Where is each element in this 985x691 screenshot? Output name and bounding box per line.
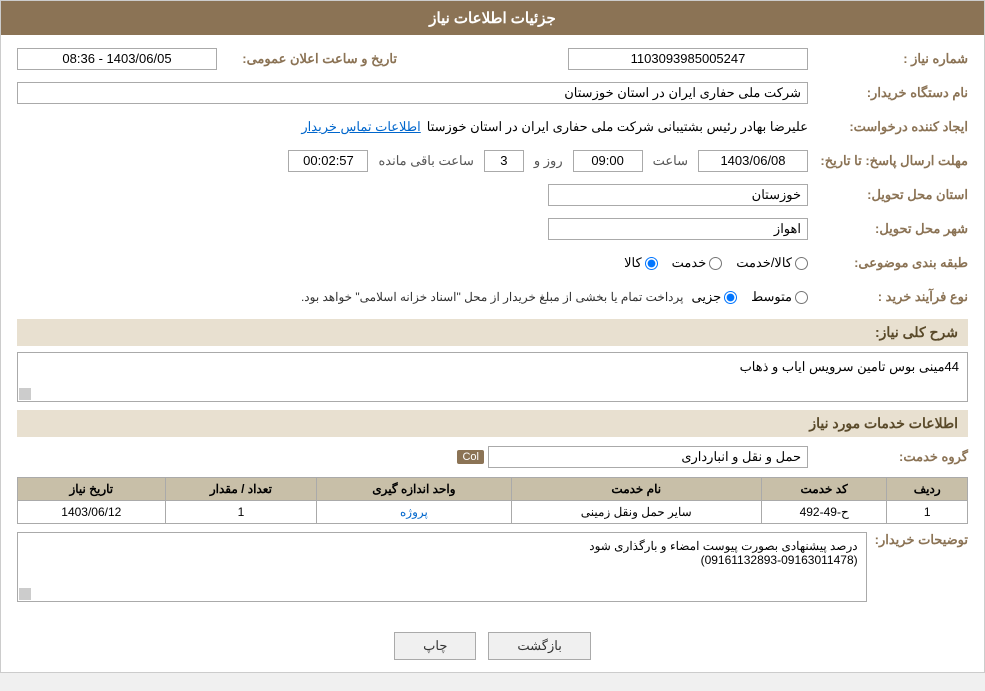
contact-link[interactable]: اطلاعات تماس خریدار bbox=[301, 119, 420, 135]
cell-date-1: 1403/06/12 bbox=[18, 501, 166, 524]
category-radio-kala-khedmat[interactable] bbox=[795, 257, 808, 270]
category-label-kala-khedmat: کالا/خدمت bbox=[736, 255, 792, 271]
deadline-remaining-label: ساعت باقی مانده bbox=[378, 153, 473, 169]
category-option-3[interactable]: کالا bbox=[624, 255, 658, 271]
category-radio-kala[interactable] bbox=[645, 257, 658, 270]
buyer-org-value: شرکت ملی حفاری ایران در استان خوزستان bbox=[17, 82, 808, 104]
purchase-type-option-jozyi[interactable]: جزیی bbox=[691, 289, 737, 305]
service-group-value: حمل و نقل و انبارداری bbox=[488, 446, 808, 468]
category-label-khedmat: خدمت bbox=[672, 255, 707, 271]
deadline-label: مهلت ارسال پاسخ: تا تاریخ: bbox=[808, 153, 968, 169]
purchase-type-radio-jozyi[interactable] bbox=[724, 291, 737, 304]
col-tag: Col bbox=[457, 450, 484, 464]
table-header-code: کد خدمت bbox=[761, 478, 887, 501]
cell-unit-1: پروژه bbox=[317, 501, 511, 524]
purchase-type-option-motavasset[interactable]: متوسط bbox=[751, 289, 808, 305]
announce-date-value: 1403/06/05 - 08:36 bbox=[17, 48, 217, 70]
table-header-name: نام خدمت bbox=[511, 478, 761, 501]
need-description-text: 44مینی بوس تامین سرویس ایاب و ذهاب bbox=[17, 352, 968, 402]
category-label: طبقه بندی موضوعی: bbox=[808, 255, 968, 271]
creator-label: ایجاد کننده درخواست: bbox=[808, 119, 968, 135]
announce-date-label: تاریخ و ساعت اعلان عمومی: bbox=[217, 51, 397, 67]
page-header: جزئیات اطلاعات نیاز bbox=[1, 1, 984, 35]
buyer-description-label: توضیحات خریدار: bbox=[867, 532, 968, 548]
table-header-quantity: تعداد / مقدار bbox=[165, 478, 317, 501]
category-label-kala: کالا bbox=[624, 255, 642, 271]
print-button[interactable]: چاپ bbox=[394, 632, 476, 660]
deadline-days: 3 bbox=[484, 150, 524, 172]
resize-handle[interactable] bbox=[19, 388, 31, 400]
purchase-type-label-motavasset: متوسط bbox=[751, 289, 792, 305]
service-info-section-title: اطلاعات خدمات مورد نیاز bbox=[17, 410, 968, 437]
category-radio-group: کالا/خدمت خدمت کالا bbox=[624, 255, 808, 271]
city-value: اهواز bbox=[548, 218, 808, 240]
need-number-label: شماره نیاز : bbox=[808, 51, 968, 67]
table-row: 1 ح-49-492 سایر حمل ونقل زمینی پروژه 1 1… bbox=[18, 501, 968, 524]
table-header-unit: واحد اندازه گیری bbox=[317, 478, 511, 501]
province-value: خوزستان bbox=[548, 184, 808, 206]
deadline-days-label: روز و bbox=[534, 153, 563, 169]
category-option-1[interactable]: کالا/خدمت bbox=[736, 255, 808, 271]
buyer-desc-resize-handle[interactable] bbox=[19, 588, 31, 600]
deadline-time-label: ساعت bbox=[653, 153, 688, 169]
need-description-section-title: شرح کلی نیاز: bbox=[17, 319, 968, 346]
cell-row-1: 1 bbox=[887, 501, 968, 524]
buyer-description-text: درصد پیشنهادی بصورت پیوست امضاء و بارگذا… bbox=[17, 532, 867, 602]
table-header-row: ردیف bbox=[887, 478, 968, 501]
cell-code-1: ح-49-492 bbox=[761, 501, 887, 524]
deadline-time: 09:00 bbox=[573, 150, 643, 172]
page-title: جزئیات اطلاعات نیاز bbox=[429, 10, 556, 27]
purchase-type-radio-group: متوسط جزیی bbox=[691, 289, 808, 305]
purchase-type-label-jozyi: جزیی bbox=[691, 289, 721, 305]
buyer-org-label: نام دستگاه خریدار: bbox=[808, 85, 968, 101]
table-header-date: تاریخ نیاز bbox=[18, 478, 166, 501]
purchase-type-radio-motavasset[interactable] bbox=[795, 291, 808, 304]
cell-name-1: سایر حمل ونقل زمینی bbox=[511, 501, 761, 524]
need-number-value: 1103093985005247 bbox=[568, 48, 808, 70]
province-label: استان محل تحویل: bbox=[808, 187, 968, 203]
service-table: ردیف کد خدمت نام خدمت واحد اندازه گیری ت… bbox=[17, 477, 968, 524]
purchase-type-label: نوع فرآیند خرید : bbox=[808, 289, 968, 305]
cell-quantity-1: 1 bbox=[165, 501, 317, 524]
service-group-label: گروه خدمت: bbox=[808, 449, 968, 465]
creator-value: علیرضا بهادر رئیس بشتیبانی شرکت ملی حفار… bbox=[427, 119, 808, 135]
purchase-type-text: پرداخت تمام یا بخشی از مبلغ خریدار از مح… bbox=[301, 290, 684, 304]
back-button[interactable]: بازگشت bbox=[488, 632, 590, 660]
deadline-date: 1403/06/08 bbox=[698, 150, 808, 172]
category-option-2[interactable]: خدمت bbox=[672, 255, 723, 271]
footer-buttons: بازگشت چاپ bbox=[1, 620, 984, 672]
city-label: شهر محل تحویل: bbox=[808, 221, 968, 237]
category-radio-khedmat[interactable] bbox=[709, 257, 722, 270]
deadline-remaining: 00:02:57 bbox=[288, 150, 368, 172]
